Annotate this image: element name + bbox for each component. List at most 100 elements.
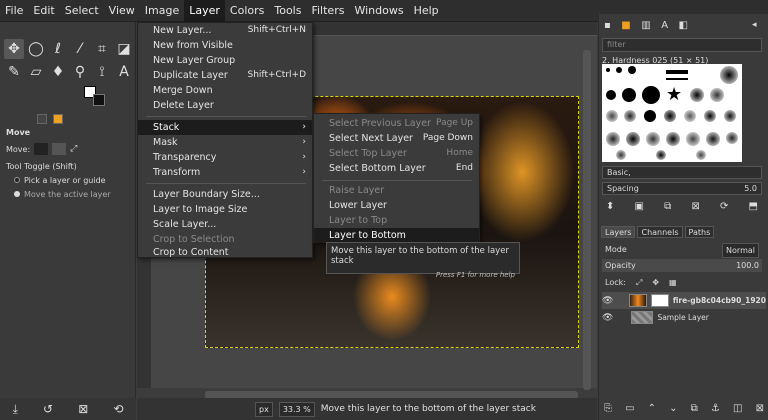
brush-item[interactable]	[724, 110, 736, 122]
history-tab-icon[interactable]: ◧	[679, 20, 688, 31]
fuzzy-select-icon[interactable]: ⁄	[70, 39, 90, 59]
brush-refresh-icon[interactable]: ⟳	[720, 201, 728, 212]
menu-item-transform[interactable]: Transform ›	[138, 165, 312, 180]
brush-item[interactable]	[606, 132, 620, 146]
brush-item[interactable]	[666, 78, 688, 80]
raise-layer-icon[interactable]: ⌃	[648, 403, 656, 414]
brush-item[interactable]	[666, 70, 688, 74]
brush-item[interactable]	[646, 132, 660, 146]
save-preset-icon[interactable]: ⤓	[13, 402, 18, 417]
lower-layer-icon[interactable]: ⌄	[669, 403, 677, 414]
delete-layer-icon[interactable]: ⊠	[756, 403, 764, 414]
brush-item[interactable]	[664, 110, 676, 122]
eraser-icon[interactable]: ▱	[26, 62, 46, 82]
crop-icon[interactable]: ⌗	[92, 39, 112, 59]
menu-item-layer-to-image-size[interactable]: Layer to Image Size	[138, 202, 312, 217]
brush-edit-icon[interactable]: ⬍	[606, 201, 614, 212]
menu-item-stack[interactable]: Stack ›	[138, 120, 312, 135]
menu-tools[interactable]: Tools	[269, 0, 306, 22]
menu-view[interactable]: View	[104, 0, 140, 22]
menu-windows[interactable]: Windows	[349, 0, 408, 22]
tab-channels[interactable]: Channels	[637, 226, 683, 238]
menu-item-new-from-visible[interactable]: New from Visible	[138, 38, 312, 53]
brush-item[interactable]	[704, 110, 716, 122]
brush-preset-select[interactable]: Basic,	[602, 166, 762, 179]
swatch-small-1[interactable]	[37, 114, 47, 124]
lasso-icon[interactable]: ℓ	[48, 39, 68, 59]
mode-select[interactable]: Normal	[722, 243, 759, 258]
text-tool-icon[interactable]: A	[114, 62, 134, 82]
submenu-item-layer-to-bottom[interactable]: Layer to Bottom	[314, 228, 479, 243]
brush-item[interactable]	[606, 110, 618, 122]
submenu-item-select-next-layer[interactable]: Select Next Layer Page Down	[314, 131, 479, 146]
zoom-select[interactable]: 33.3 %	[278, 401, 315, 417]
menu-item-merge-down[interactable]: Merge Down	[138, 83, 312, 98]
menu-file[interactable]: File	[0, 0, 28, 22]
brush-item[interactable]	[616, 150, 626, 160]
menu-item-scale-layer[interactable]: Scale Layer...	[138, 217, 312, 232]
brush-item[interactable]	[616, 67, 622, 73]
layer-row[interactable]: 👁 fire-gb8c04cb90_1920	[602, 292, 766, 309]
brush-item[interactable]	[706, 132, 720, 146]
bucket-fill-icon[interactable]: ♦	[48, 62, 68, 82]
brush-open-icon[interactable]: ⬒	[749, 201, 758, 212]
submenu-item-select-bottom-layer[interactable]: Select Bottom Layer End	[314, 161, 479, 176]
brush-delete-icon[interactable]: ⊠	[691, 201, 699, 212]
menu-edit[interactable]: Edit	[28, 0, 59, 22]
menu-item-new-layer-group[interactable]: New Layer Group	[138, 53, 312, 68]
ellipse-select-icon[interactable]: ◯	[26, 39, 46, 59]
tab-paths[interactable]: Paths	[684, 226, 715, 238]
brush-item[interactable]	[606, 68, 610, 72]
menu-item-mask[interactable]: Mask ›	[138, 135, 312, 150]
brush-item[interactable]	[624, 110, 636, 122]
path-icon[interactable]: ⟟	[92, 62, 112, 82]
delete-preset-icon[interactable]: ⊠	[78, 402, 88, 416]
menu-item-duplicate-layer[interactable]: Duplicate Layer Shift+Ctrl+D	[138, 68, 312, 83]
brush-new-icon[interactable]: ▣	[635, 201, 644, 212]
restore-icon[interactable]: ↺	[43, 402, 53, 416]
mask-icon[interactable]: ◫	[733, 403, 742, 414]
menu-filters[interactable]: Filters	[306, 0, 349, 22]
opacity-row[interactable]: Opacity 100.0	[602, 259, 762, 272]
move-path-mode-icon[interactable]: ⤢	[70, 144, 77, 154]
visibility-eye-icon[interactable]: 👁	[602, 296, 613, 306]
menu-image[interactable]: Image	[140, 0, 184, 22]
brush-item[interactable]	[628, 66, 636, 74]
unit-select[interactable]: px	[255, 401, 273, 417]
brush-item[interactable]	[642, 86, 660, 104]
move-layer-mode-icon[interactable]	[34, 143, 49, 155]
pick-layer-radio[interactable]	[14, 177, 20, 183]
menu-item-new-layer[interactable]: New Layer... Shift+Ctrl+N	[138, 23, 312, 38]
new-group-icon[interactable]: ▭	[625, 403, 634, 414]
brush-tab-icon[interactable]: ▪	[604, 20, 611, 31]
brush-item[interactable]	[720, 66, 738, 84]
brush-item[interactable]	[656, 150, 666, 160]
new-layer-icon[interactable]: ⎘	[604, 403, 612, 414]
brush-item[interactable]	[644, 110, 656, 122]
brush-item[interactable]	[606, 90, 616, 100]
pattern-tab-icon[interactable]: ■	[621, 20, 630, 31]
move-selection-mode-icon[interactable]	[52, 143, 67, 155]
menu-item-crop-to-content[interactable]: Crop to Content	[138, 247, 312, 258]
menu-select[interactable]: Select	[60, 0, 104, 22]
lock-pixels-icon[interactable]: ⤢	[636, 276, 642, 289]
reset-icon[interactable]: ⟲	[113, 402, 123, 416]
brush-item[interactable]	[666, 132, 680, 146]
dock-menu-icon[interactable]: ◂	[752, 20, 757, 30]
layer-row[interactable]: 👁 Sample Layer	[602, 309, 766, 326]
paintbrush-icon[interactable]: ✎	[4, 62, 24, 82]
brush-item[interactable]	[696, 150, 706, 160]
transform-icon[interactable]: ◪	[114, 39, 134, 59]
brush-item[interactable]	[726, 132, 738, 144]
tab-layers[interactable]: Layers	[601, 226, 636, 238]
vertical-scrollbar[interactable]	[583, 50, 591, 390]
brush-item[interactable]	[626, 132, 640, 146]
move-active-radio[interactable]	[14, 191, 20, 197]
background-color-swatch[interactable]	[93, 94, 105, 106]
lock-alpha-icon[interactable]: ▦	[669, 276, 677, 289]
brush-grid[interactable]: ★	[602, 64, 742, 162]
menu-item-transparency[interactable]: Transparency ›	[138, 150, 312, 165]
visibility-eye-icon[interactable]: 👁	[602, 313, 613, 323]
swatch-small-2[interactable]	[53, 114, 63, 124]
star-brush-icon[interactable]: ★	[666, 86, 684, 104]
